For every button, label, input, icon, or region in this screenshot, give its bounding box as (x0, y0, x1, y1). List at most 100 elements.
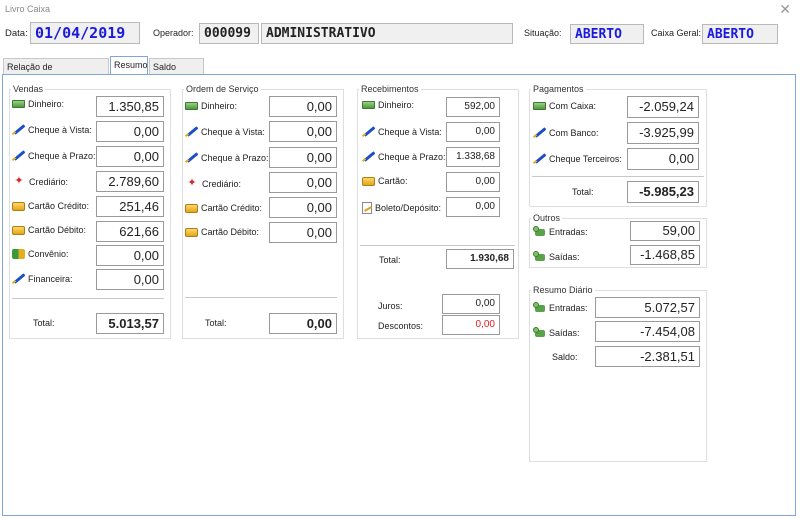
pen-icon (533, 127, 546, 138)
rec-boleto-field[interactable]: 0,00 (446, 197, 500, 217)
ordem-servico-title: Ordem de Serviço (184, 84, 261, 94)
rec-cartao-field[interactable]: 0,00 (446, 172, 500, 192)
vendas-convenio-field[interactable]: 0,00 (96, 245, 164, 266)
rec-cheque-vista-field[interactable]: 0,00 (446, 122, 500, 142)
os-dinheiro-field[interactable]: 0,00 (269, 96, 337, 117)
rec-descontos-label: Descontos: (378, 321, 424, 331)
vendas-divider (12, 298, 164, 299)
vendas-cartao-credito-field[interactable]: 251,46 (96, 196, 164, 217)
operador-code-field[interactable]: 000099 (199, 23, 259, 44)
caixa-geral-field[interactable]: ABERTO (702, 24, 778, 44)
rec-boleto-label: Boleto/Depósito: (362, 202, 441, 214)
rec-dinheiro-label: Dinheiro: (362, 100, 414, 110)
rec-divider (360, 245, 515, 246)
pag-cheque-terceiros-field[interactable]: 0,00 (627, 148, 699, 170)
window-title: Livro Caixa (5, 4, 51, 14)
vendas-cartao-credito-label: Cartão Crédito: (12, 201, 89, 211)
vendas-dinheiro-field[interactable]: 1.350,85 (96, 96, 164, 117)
rd-saldo-field[interactable]: -2.381,51 (595, 346, 700, 367)
rec-cheque-vista-label: Cheque à Vista: (362, 126, 442, 137)
money-icon (12, 100, 25, 108)
pen-icon (362, 126, 375, 137)
rec-juros-label: Juros: (378, 301, 403, 311)
pag-total-field[interactable]: -5.985,23 (627, 181, 699, 203)
pen-icon (12, 150, 25, 161)
os-dinheiro-label: Dinheiro: (185, 101, 237, 111)
card-icon (185, 203, 198, 213)
pen-icon (362, 151, 375, 162)
vendas-dinheiro-label: Dinheiro: (12, 99, 64, 109)
puzzle-icon (12, 249, 25, 259)
rd-saldo-label: Saldo: (552, 352, 578, 362)
os-cartao-debito-label: Cartão Débito: (185, 227, 259, 237)
vendas-cheque-prazo-field[interactable]: 0,00 (96, 146, 164, 167)
pag-com-caixa-field[interactable]: -2.059,24 (627, 96, 699, 118)
pen-icon (185, 126, 198, 137)
outros-entradas-label: Entradas: (533, 226, 588, 237)
money-in-icon (533, 226, 546, 237)
os-total-label: Total: (205, 318, 227, 328)
resumo-diario-title: Resumo Diário (531, 285, 595, 295)
vendas-crediario-field[interactable]: 2.789,60 (96, 171, 164, 192)
outros-entradas-field[interactable]: 59,00 (630, 221, 700, 241)
pen-icon (185, 152, 198, 163)
outros-saidas-field[interactable]: -1.468,85 (630, 245, 700, 265)
situacao-label: Situação: (524, 28, 562, 38)
money-in-icon (533, 302, 546, 313)
vendas-financeira-field[interactable]: 0,00 (96, 269, 164, 290)
rec-dinheiro-field[interactable]: 592,00 (446, 97, 500, 117)
vendas-total-field[interactable]: 5.013,57 (96, 313, 164, 334)
os-divider (185, 297, 337, 298)
tab-resumo[interactable]: Resumo (110, 56, 148, 74)
situacao-field[interactable]: ABERTO (570, 24, 644, 44)
os-cheque-prazo-field[interactable]: 0,00 (269, 147, 337, 168)
card-icon (185, 227, 198, 237)
card-icon (12, 201, 25, 211)
document-icon (362, 202, 372, 214)
rec-descontos-field[interactable]: 0,00 (442, 315, 500, 335)
close-icon[interactable]: ✕ (779, 1, 791, 18)
pushpin-icon: ✦ (14, 175, 24, 187)
outros-title: Outros (531, 213, 563, 223)
pag-com-banco-label: Com Banco: (533, 127, 599, 138)
vendas-cheque-vista-field[interactable]: 0,00 (96, 121, 164, 142)
os-cartao-credito-field[interactable]: 0,00 (269, 197, 337, 218)
rd-entradas-field[interactable]: 5.072,57 (595, 297, 700, 318)
rec-total-field[interactable]: 1.930,68 (446, 249, 514, 269)
rd-saidas-field[interactable]: -7.454,08 (595, 321, 700, 342)
os-cartao-debito-field[interactable]: 0,00 (269, 222, 337, 243)
outros-saidas-label: Saídas: (533, 251, 580, 262)
money-icon (533, 102, 546, 110)
vendas-crediario-label: ✦ Crediário: (12, 176, 68, 187)
data-field[interactable]: 01/04/2019 (30, 22, 140, 44)
os-total-field[interactable]: 0,00 (269, 313, 337, 334)
vendas-cartao-debito-field[interactable]: 621,66 (96, 221, 164, 242)
pag-cheque-terceiros-label: Cheque Terceiros: (533, 153, 622, 164)
vendas-cartao-debito-label: Cartão Débito: (12, 225, 86, 235)
money-out-icon (533, 327, 546, 338)
pag-com-banco-field[interactable]: -3.925,99 (627, 122, 699, 144)
tab-saldo-caixas[interactable]: Saldo Caixas (149, 58, 204, 88)
vendas-total-label: Total: (33, 318, 55, 328)
vendas-financeira-label: Financeira: (12, 273, 73, 284)
money-icon (185, 102, 198, 110)
os-cheque-prazo-label: Cheque à Prazo: (185, 152, 269, 163)
operador-name-field[interactable]: ADMINISTRATIVO (261, 23, 513, 44)
os-cheque-vista-field[interactable]: 0,00 (269, 121, 337, 142)
vendas-title: Vendas (11, 84, 46, 94)
pag-total-label: Total: (572, 187, 594, 197)
rec-cartao-label: Cartão: (362, 176, 408, 186)
os-cartao-credito-label: Cartão Crédito: (185, 203, 262, 213)
tab-relacao-lancamentos[interactable]: Relação de Lançamentos (3, 58, 109, 88)
card-icon (12, 225, 25, 235)
pen-icon (12, 124, 25, 135)
rec-juros-field[interactable]: 0,00 (442, 294, 500, 314)
caixa-geral-label: Caixa Geral: (651, 28, 702, 38)
money-out-icon (533, 251, 546, 262)
rec-total-label: Total: (379, 255, 401, 265)
vendas-cheque-vista-label: Cheque à Vista: (12, 124, 92, 135)
vendas-convenio-label: Convênio: (12, 249, 69, 259)
rec-cheque-prazo-field[interactable]: 1.338,68 (446, 147, 500, 167)
os-crediario-field[interactable]: 0,00 (269, 172, 337, 193)
pen-icon (533, 153, 546, 164)
